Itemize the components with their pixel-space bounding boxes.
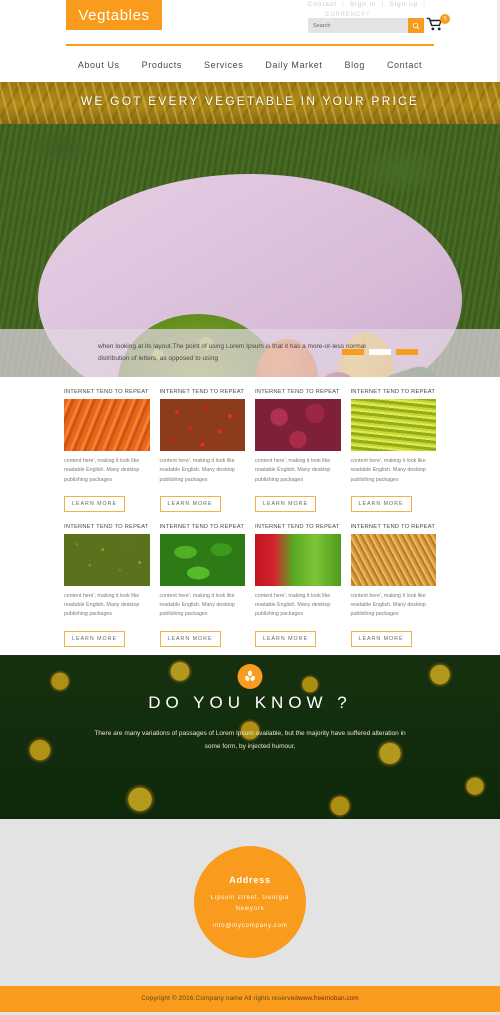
lentils-image <box>64 533 150 586</box>
product-card: INTERNET TEND TO REPEAT content here', m… <box>64 389 150 512</box>
do-you-know-section: DO YOU KNOW ? There are many variations … <box>0 654 500 819</box>
site-header: Vegtables Contact | Sign in | Sign up | … <box>0 0 500 90</box>
utility-link-sign-up[interactable]: Sign up <box>389 1 418 8</box>
header-divider <box>66 44 434 46</box>
card-description: content here', making it look like reada… <box>350 592 426 618</box>
leaf-cluster-icon <box>245 670 255 681</box>
long-beans-image <box>350 399 436 451</box>
leaf-cluster-badge <box>237 663 263 689</box>
wheat-grains-image <box>350 533 436 586</box>
address-line-2: Newyork <box>235 906 265 913</box>
cherry-tomatoes-image <box>159 399 245 451</box>
utility-links: Contact | Sign in | Sign up | <box>308 1 426 8</box>
utility-link-contact[interactable]: Contact <box>308 1 337 8</box>
card-description: content here', making it look like reada… <box>159 458 235 483</box>
product-card: INTERNET TEND TO REPEAT content here', m… <box>255 389 341 512</box>
card-title: INTERNET TEND TO REPEAT <box>64 523 149 530</box>
nav-item-about-us[interactable]: About Us <box>78 60 120 70</box>
card-title: INTERNET TEND TO REPEAT <box>255 523 340 530</box>
site-logo[interactable]: Vegtables <box>66 0 162 30</box>
card-title: INTERNET TEND TO REPEAT <box>350 389 436 395</box>
search-bar <box>308 18 424 33</box>
red-onions-image <box>255 399 341 451</box>
product-card: INTERNET TEND TO REPEAT content here', m… <box>159 389 245 512</box>
utility-link-sign-in[interactable]: Sign in <box>350 1 377 8</box>
product-cards-row-1: INTERNET TEND TO REPEAT content here', m… <box>64 389 436 512</box>
site-footer: Copyright © 2016.Company name All rights… <box>0 985 500 1012</box>
product-cards-section: INTERNET TEND TO REPEAT content here', m… <box>0 377 500 655</box>
slider-indicator-2[interactable] <box>369 349 391 355</box>
do-you-know-title: DO YOU KNOW ? <box>148 692 352 712</box>
product-card: INTERNET TEND TO REPEAT content here', m… <box>350 523 436 647</box>
cart-button[interactable]: 5 <box>426 14 450 35</box>
utility-separator-3: | <box>423 1 426 8</box>
search-input[interactable] <box>308 18 408 33</box>
learn-more-button[interactable]: LEARN MORE <box>350 495 412 512</box>
cart-count-badge: 5 <box>440 14 450 24</box>
address-email[interactable]: info@mycompany.com <box>212 923 287 929</box>
page-root: Vegtables Contact | Sign in | Sign up | … <box>0 0 500 1015</box>
nav-item-blog[interactable]: Blog <box>345 60 365 70</box>
slider-indicator-3[interactable] <box>396 349 418 355</box>
footer-copyright: Copyright © 2016.Company name All rights… <box>141 995 299 1003</box>
address-heading: Address <box>229 875 271 886</box>
card-title: INTERNET TEND TO REPEAT <box>159 389 245 395</box>
utility-separator-2: | <box>381 1 385 8</box>
footer-website-link[interactable]: www.freemoban.com <box>298 995 359 1002</box>
card-title: INTERNET TEND TO REPEAT <box>255 389 340 395</box>
product-card: INTERNET TEND TO REPEAT content here', m… <box>350 389 436 512</box>
footer-bottom-spacer <box>0 1011 500 1015</box>
card-description: content here', making it look like reada… <box>64 458 140 483</box>
product-card: INTERNET TEND TO REPEAT content here', m… <box>255 524 341 647</box>
hero-slider: WE GOT EVERY VEGETABLE IN YOUR PRICE whe… <box>0 82 500 377</box>
learn-more-button[interactable]: LEARN MORE <box>64 630 126 647</box>
product-card: INTERNET TEND TO REPEAT content here', m… <box>64 524 150 647</box>
utility-separator-1: | <box>341 1 345 8</box>
learn-more-button[interactable]: LEARN MORE <box>350 630 412 647</box>
learn-more-button[interactable]: LEARN MORE <box>64 495 126 512</box>
product-card: INTERNET TEND TO REPEAT content here', m… <box>159 523 245 647</box>
nav-item-contact[interactable]: Contact <box>387 60 422 70</box>
card-title: INTERNET TEND TO REPEAT <box>64 389 149 395</box>
card-description: content here', making it look like reada… <box>350 458 426 483</box>
card-description: content here', making it look like reada… <box>64 592 140 618</box>
address-circle: Address Lipsum street, Georgia Newyork i… <box>194 846 306 959</box>
nav-item-daily-market[interactable]: Daily Market <box>265 60 322 70</box>
card-title: INTERNET TEND TO REPEAT <box>159 523 245 530</box>
nav-item-services[interactable]: Services <box>204 60 243 70</box>
search-icon <box>412 22 420 29</box>
learn-more-button[interactable]: LEARN MORE <box>255 630 317 647</box>
green-peppers-image <box>159 533 245 586</box>
address-line-1: Lipsum street, Georgia <box>210 895 290 902</box>
card-title: INTERNET TEND TO REPEAT <box>350 523 436 530</box>
hero-title: WE GOT EVERY VEGETABLE IN YOUR PRICE <box>80 94 420 108</box>
slider-indicator-1[interactable] <box>342 349 364 355</box>
site-logo-text: Vegtables <box>78 6 150 24</box>
search-button[interactable] <box>408 18 424 33</box>
address-section: Address Lipsum street, Georgia Newyork i… <box>0 818 500 986</box>
learn-more-button[interactable]: LEARN MORE <box>159 495 221 512</box>
hero-caption-bar: when looking at its layout.The point of … <box>0 329 500 377</box>
card-description: content here', making it look like reada… <box>255 458 331 483</box>
do-you-know-text: There are many variations of passages of… <box>94 729 406 751</box>
product-cards-row-2: INTERNET TEND TO REPEAT content here', m… <box>64 524 436 647</box>
main-navigation: About Us Products Services Daily Market … <box>0 48 500 82</box>
nav-item-products[interactable]: Products <box>142 60 182 70</box>
card-description: content here', making it look like reada… <box>255 592 331 618</box>
learn-more-button[interactable]: LEARN MORE <box>255 495 317 512</box>
chillies-image <box>255 533 341 586</box>
learn-more-button[interactable]: LEARN MORE <box>159 630 221 647</box>
card-description: content here', making it look like reada… <box>159 592 235 618</box>
carrots-image <box>64 399 150 451</box>
slider-indicators <box>342 349 418 355</box>
